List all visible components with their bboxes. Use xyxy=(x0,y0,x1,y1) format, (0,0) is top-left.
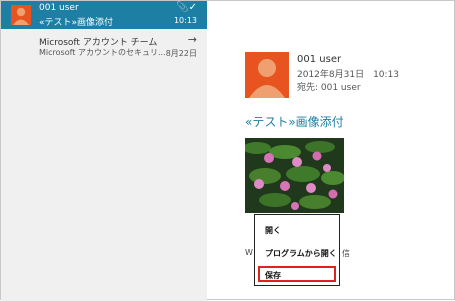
message-item[interactable]: Microsoft アカウント チーム Microsoft アカウントのセキュリ… xyxy=(1,33,207,61)
body-text-fragment: W xyxy=(245,248,253,257)
recipient: 宛先: 001 user xyxy=(297,83,361,93)
sent-date: 2012年8月31日 10:13 xyxy=(297,70,400,80)
email-subject: «テスト»画像添付 xyxy=(245,115,344,129)
attachment-image[interactable] xyxy=(245,138,344,213)
user-icon xyxy=(249,59,285,98)
user-icon xyxy=(13,7,29,25)
lotus-photo xyxy=(245,138,344,213)
message-preview: Microsoft アカウントのセキュリ... xyxy=(39,48,166,57)
sender-avatar xyxy=(245,52,289,98)
message-list: 001 user «テスト»画像添付 📎✓ 10:13 Microsoft アカ… xyxy=(1,1,207,301)
avatar xyxy=(11,5,31,25)
message-date: 8月22日 xyxy=(165,49,197,58)
message-subject: «テスト»画像添付 xyxy=(39,18,114,28)
forward-arrow-icon: → xyxy=(187,33,197,46)
attachment-check-icon: 📎✓ xyxy=(176,2,197,13)
body-text-fragment: 信 xyxy=(342,249,350,258)
menu-item-open-with[interactable]: プログラムから開く xyxy=(265,248,337,259)
sender-name: 001 user xyxy=(297,54,342,65)
message-item-selected[interactable]: 001 user «テスト»画像添付 📎✓ 10:13 xyxy=(1,1,207,29)
context-menu: 開く プログラムから開く 保存 xyxy=(254,214,340,286)
message-sender: 001 user xyxy=(39,3,79,13)
menu-item-open[interactable]: 開く xyxy=(265,225,281,236)
message-time: 10:13 xyxy=(173,16,197,25)
menu-item-save[interactable]: 保存 xyxy=(265,270,281,281)
